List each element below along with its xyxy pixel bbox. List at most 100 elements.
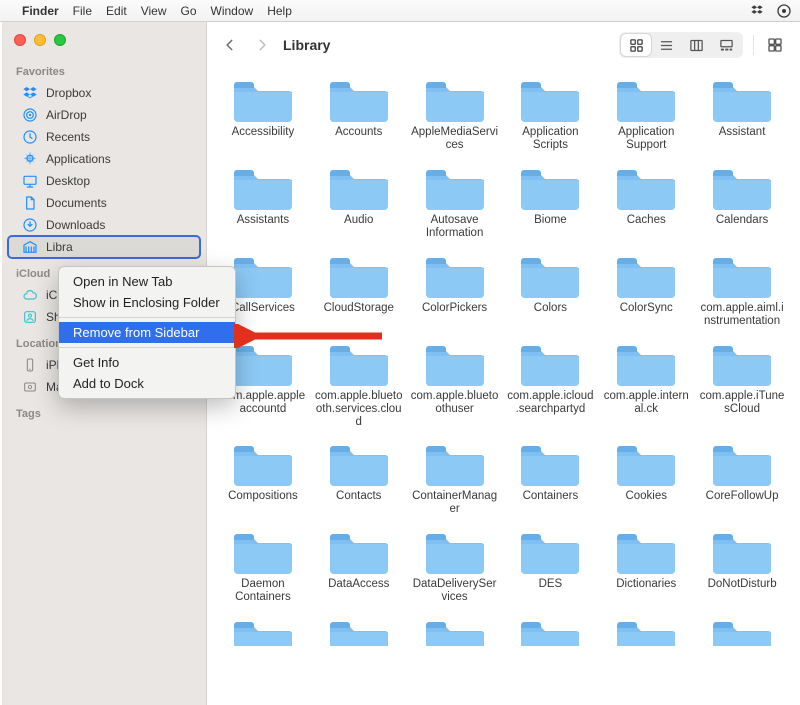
folder-icon bbox=[231, 526, 295, 576]
app-name[interactable]: Finder bbox=[22, 4, 59, 18]
menu-go[interactable]: Go bbox=[181, 4, 197, 18]
folder-item[interactable]: com.apple.bluetooth.services.cloud bbox=[313, 338, 405, 430]
sidebar-item-airdrop[interactable]: AirDrop bbox=[8, 104, 200, 126]
folder-label: com.apple.icloud.searchpartyd bbox=[506, 390, 594, 418]
folder-item[interactable]: com.apple.icloud.searchpartyd bbox=[505, 338, 597, 430]
folder-item[interactable]: Accounts bbox=[313, 74, 405, 154]
sidebar-item-recents[interactable]: Recents bbox=[8, 126, 200, 148]
folder-item[interactable]: ColorPickers bbox=[409, 250, 501, 330]
folder-item[interactable]: DataDeliveryServices bbox=[409, 526, 501, 606]
folder-icon bbox=[423, 250, 487, 300]
folder-icon bbox=[423, 614, 487, 646]
folder-item[interactable]: Cookies bbox=[600, 438, 692, 518]
toolbar-divider bbox=[753, 35, 754, 55]
folder-item[interactable]: DoNotDisturb bbox=[696, 526, 788, 606]
folder-item-partial[interactable] bbox=[313, 614, 405, 646]
sidebar-item-desktop[interactable]: Desktop bbox=[8, 170, 200, 192]
folder-icon bbox=[327, 162, 391, 212]
folder-item[interactable]: Biome bbox=[505, 162, 597, 242]
folder-icon bbox=[710, 438, 774, 488]
sidebar-item-label: Documents bbox=[46, 196, 107, 210]
folder-item[interactable]: DES bbox=[505, 526, 597, 606]
folder-item-partial[interactable] bbox=[409, 614, 501, 646]
folder-label: Daemon Containers bbox=[219, 578, 307, 606]
folder-item[interactable]: Application Support bbox=[600, 74, 692, 154]
nav-forward-button[interactable] bbox=[251, 34, 273, 56]
folder-item[interactable]: Application Scripts bbox=[505, 74, 597, 154]
folder-item[interactable]: CoreFollowUp bbox=[696, 438, 788, 518]
zoom-button[interactable] bbox=[54, 34, 66, 46]
folder-item[interactable]: ContainerManager bbox=[409, 438, 501, 518]
folder-item[interactable]: com.apple.iTunesCloud bbox=[696, 338, 788, 430]
menu-file[interactable]: File bbox=[73, 4, 92, 18]
location-title: Library bbox=[283, 37, 330, 53]
folder-item[interactable]: Colors bbox=[505, 250, 597, 330]
appgrid-icon bbox=[22, 151, 38, 167]
folder-icon bbox=[518, 338, 582, 388]
folder-label: CallServices bbox=[231, 302, 295, 330]
folder-label: Autosave Information bbox=[411, 214, 499, 242]
folder-item-partial[interactable] bbox=[217, 614, 309, 646]
status-menubar-icon[interactable] bbox=[776, 3, 792, 19]
sidebar: FavoritesDropboxAirDropRecentsApplicatio… bbox=[2, 22, 207, 705]
group-button[interactable] bbox=[764, 34, 786, 56]
gallery-view-button[interactable] bbox=[711, 34, 741, 56]
sidebar-item-documents[interactable]: Documents bbox=[8, 192, 200, 214]
folder-item-partial[interactable] bbox=[696, 614, 788, 646]
folder-icon bbox=[327, 526, 391, 576]
dropbox-menubar-icon[interactable] bbox=[750, 3, 766, 19]
folder-icon bbox=[518, 526, 582, 576]
folder-item[interactable]: Daemon Containers bbox=[217, 526, 309, 606]
folder-item[interactable]: Accessibility bbox=[217, 74, 309, 154]
folder-item[interactable]: Assistants bbox=[217, 162, 309, 242]
folder-label: ContainerManager bbox=[411, 490, 499, 518]
folder-label: com.apple.iTunesCloud bbox=[698, 390, 786, 418]
folder-label: ColorPickers bbox=[422, 302, 487, 330]
menu-view[interactable]: View bbox=[141, 4, 167, 18]
folder-item[interactable]: com.apple.bluetoothuser bbox=[409, 338, 501, 430]
folder-item[interactable]: CloudStorage bbox=[313, 250, 405, 330]
folder-item[interactable]: Autosave Information bbox=[409, 162, 501, 242]
folder-item[interactable]: AppleMediaServices bbox=[409, 74, 501, 154]
folder-item-partial[interactable] bbox=[600, 614, 692, 646]
sidebar-item-libra[interactable]: Libra bbox=[8, 236, 200, 258]
context-menu-item-open-in-new-tab[interactable]: Open in New Tab bbox=[59, 271, 235, 292]
icon-view-button[interactable] bbox=[621, 34, 651, 56]
folder-label: Contacts bbox=[336, 490, 381, 518]
list-view-button[interactable] bbox=[651, 34, 681, 56]
menu-window[interactable]: Window bbox=[211, 4, 254, 18]
sidebar-item-applications[interactable]: Applications bbox=[8, 148, 200, 170]
folder-item[interactable]: Dictionaries bbox=[600, 526, 692, 606]
folder-grid-container[interactable]: AccessibilityAccountsAppleMediaServicesA… bbox=[207, 68, 798, 705]
sidebar-item-downloads[interactable]: Downloads bbox=[8, 214, 200, 236]
folder-item[interactable]: Compositions bbox=[217, 438, 309, 518]
folder-icon bbox=[710, 74, 774, 124]
folder-item[interactable]: ColorSync bbox=[600, 250, 692, 330]
sidebar-item-dropbox[interactable]: Dropbox bbox=[8, 82, 200, 104]
folder-item[interactable]: com.apple.aiml.instrumentation bbox=[696, 250, 788, 330]
context-menu-item-show-in-enclosing-folder[interactable]: Show in Enclosing Folder bbox=[59, 292, 235, 313]
folder-item[interactable]: Contacts bbox=[313, 438, 405, 518]
context-menu-item-add-to-dock[interactable]: Add to Dock bbox=[59, 373, 235, 394]
sidebar-item-label: Desktop bbox=[46, 174, 90, 188]
folder-item[interactable]: DataAccess bbox=[313, 526, 405, 606]
folder-label: ColorSync bbox=[620, 302, 673, 330]
folder-item[interactable]: Audio bbox=[313, 162, 405, 242]
folder-item[interactable]: Containers bbox=[505, 438, 597, 518]
menu-help[interactable]: Help bbox=[267, 4, 292, 18]
menu-edit[interactable]: Edit bbox=[106, 4, 127, 18]
column-view-button[interactable] bbox=[681, 34, 711, 56]
nav-back-button[interactable] bbox=[219, 34, 241, 56]
close-button[interactable] bbox=[14, 34, 26, 46]
folder-label: Accounts bbox=[335, 126, 382, 154]
folder-item[interactable]: com.apple.internal.ck bbox=[600, 338, 692, 430]
folder-item[interactable]: Assistant bbox=[696, 74, 788, 154]
download-icon bbox=[22, 217, 38, 233]
minimize-button[interactable] bbox=[34, 34, 46, 46]
folder-item-partial[interactable] bbox=[505, 614, 597, 646]
context-menu-item-remove-from-sidebar[interactable]: Remove from Sidebar bbox=[59, 322, 235, 343]
folder-item[interactable]: Calendars bbox=[696, 162, 788, 242]
folder-item[interactable]: Caches bbox=[600, 162, 692, 242]
folder-icon bbox=[231, 162, 295, 212]
context-menu-item-get-info[interactable]: Get Info bbox=[59, 352, 235, 373]
